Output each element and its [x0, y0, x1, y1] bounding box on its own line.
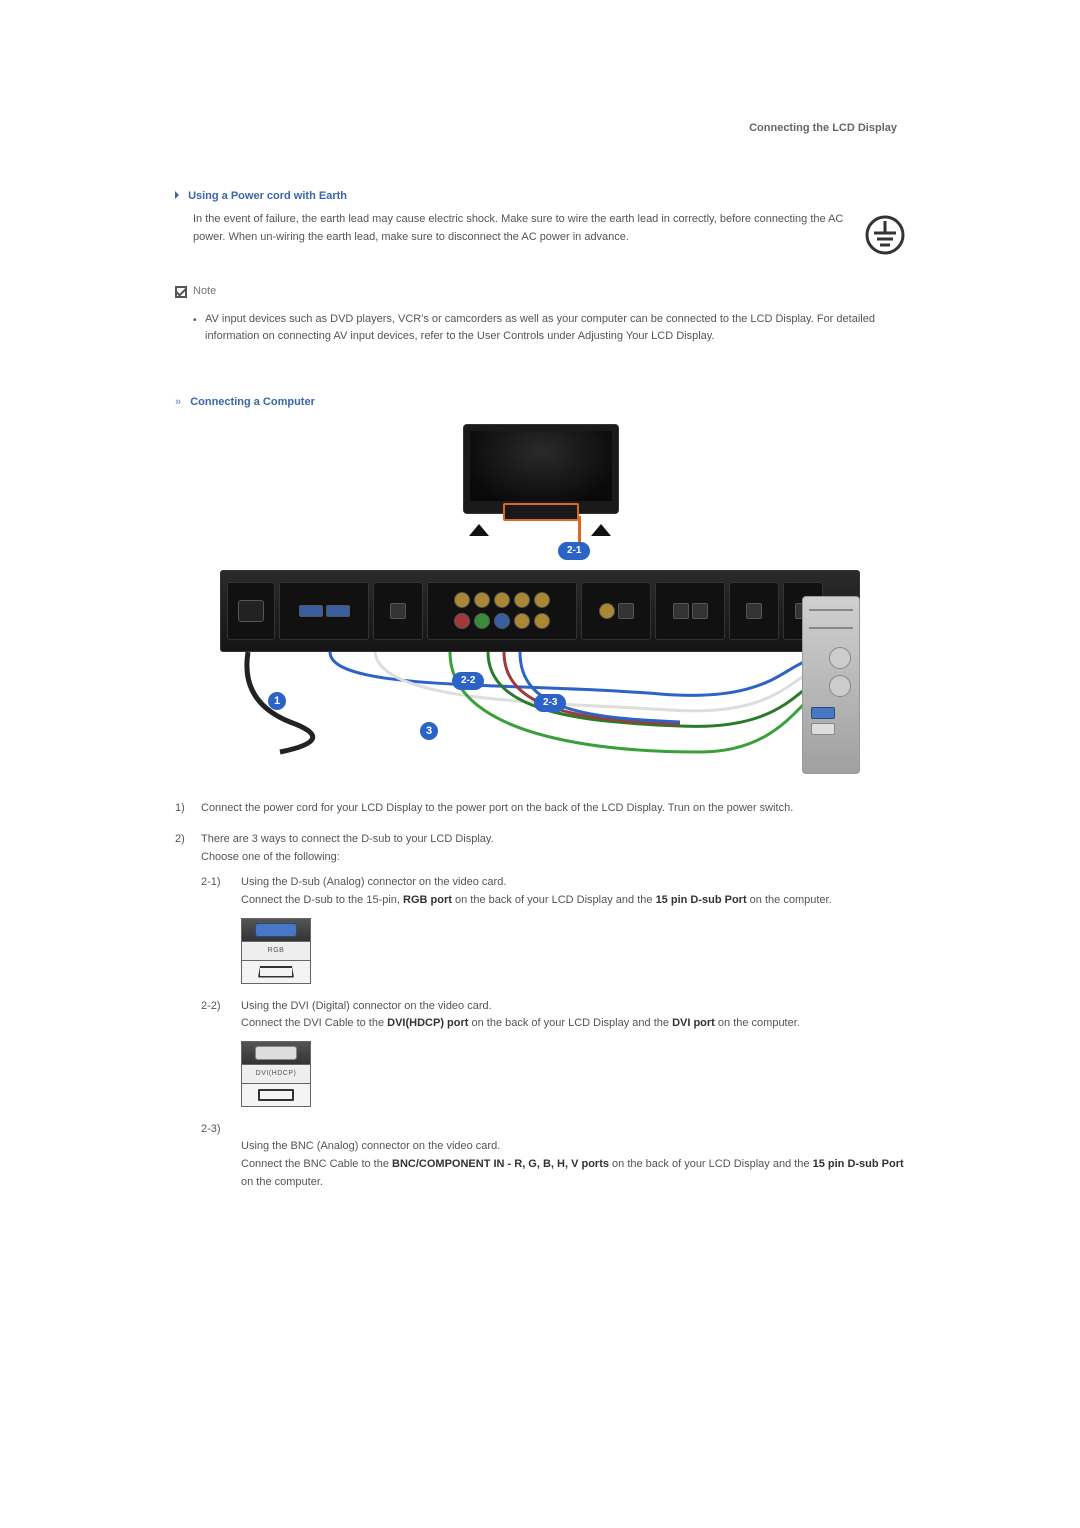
diagram-callout-3: 3	[420, 722, 438, 740]
section-body: In the event of failure, the earth lead …	[175, 211, 905, 255]
section-heading-text: Using a Power cord with Earth	[188, 190, 347, 202]
rgb-port-figure: RGB	[241, 918, 311, 984]
diagram-callout-2-1: 2-1	[558, 542, 590, 560]
diagram-monitor	[463, 424, 617, 524]
diagram-cables: 1 2-2 2-3 3	[220, 652, 860, 772]
substep-body: Using the BNC (Analog) connector on the …	[241, 1121, 905, 1191]
substep-2-2: 2-2) Using the DVI (Digital) connector o…	[201, 998, 905, 1107]
note-list: AV input devices such as DVD players, VC…	[175, 311, 905, 346]
chevron-right-icon: »	[175, 394, 181, 412]
step-2: 2) There are 3 ways to connect the D-sub…	[175, 831, 905, 1205]
earth-ground-icon	[865, 215, 905, 255]
substep-number: 2-2)	[201, 998, 241, 1107]
section-heading-power-cord: Using a Power cord with Earth	[175, 188, 905, 206]
section-heading-text: Connecting a Computer	[190, 396, 315, 408]
note-item: AV input devices such as DVD players, VC…	[193, 311, 905, 346]
document-page: Connecting the LCD Display Using a Power…	[175, 0, 905, 1299]
steps-list: 1) Connect the power cord for your LCD D…	[175, 800, 905, 1206]
substep-body: Using the D-sub (Analog) connector on th…	[241, 874, 905, 983]
substep-number: 2-3)	[201, 1121, 241, 1191]
substep-2-3: 2-3) Using the BNC (Analog) connector on…	[201, 1121, 905, 1191]
diagram-rear-panel	[220, 570, 860, 652]
dvi-port-figure: DVI(HDCP)	[241, 1041, 311, 1107]
note-heading: Note	[175, 283, 905, 301]
diagram-pc-tower	[802, 596, 860, 774]
step-body: There are 3 ways to connect the D-sub to…	[201, 831, 905, 1205]
sub-steps: 2-1) Using the D-sub (Analog) connector …	[201, 874, 905, 1191]
step-body: Connect the power cord for your LCD Disp…	[201, 800, 905, 818]
step-number: 1)	[175, 800, 201, 818]
diagram-callout-1: 1	[268, 692, 286, 710]
substep-number: 2-1)	[201, 874, 241, 983]
step-1: 1) Connect the power cord for your LCD D…	[175, 800, 905, 818]
substep-body: Using the DVI (Digital) connector on the…	[241, 998, 905, 1107]
check-icon	[175, 286, 187, 298]
port-figure-label: DVI(HDCP)	[242, 1064, 310, 1084]
step-number: 2)	[175, 831, 201, 1205]
diagram-power-inlet	[238, 600, 264, 622]
arrow-right-icon	[175, 191, 179, 199]
port-figure-label: RGB	[242, 941, 310, 961]
section-heading-connecting-computer: » Connecting a Computer	[175, 394, 905, 412]
diagram-callout-2-3: 2-3	[534, 694, 566, 712]
substep-2-1: 2-1) Using the D-sub (Analog) connector …	[201, 874, 905, 983]
connection-diagram: 2-1	[220, 424, 860, 772]
note-label: Note	[193, 283, 216, 301]
diagram-callout-2-2: 2-2	[452, 672, 484, 690]
section-text: In the event of failure, the earth lead …	[175, 211, 853, 246]
page-title: Connecting the LCD Display	[175, 120, 905, 138]
